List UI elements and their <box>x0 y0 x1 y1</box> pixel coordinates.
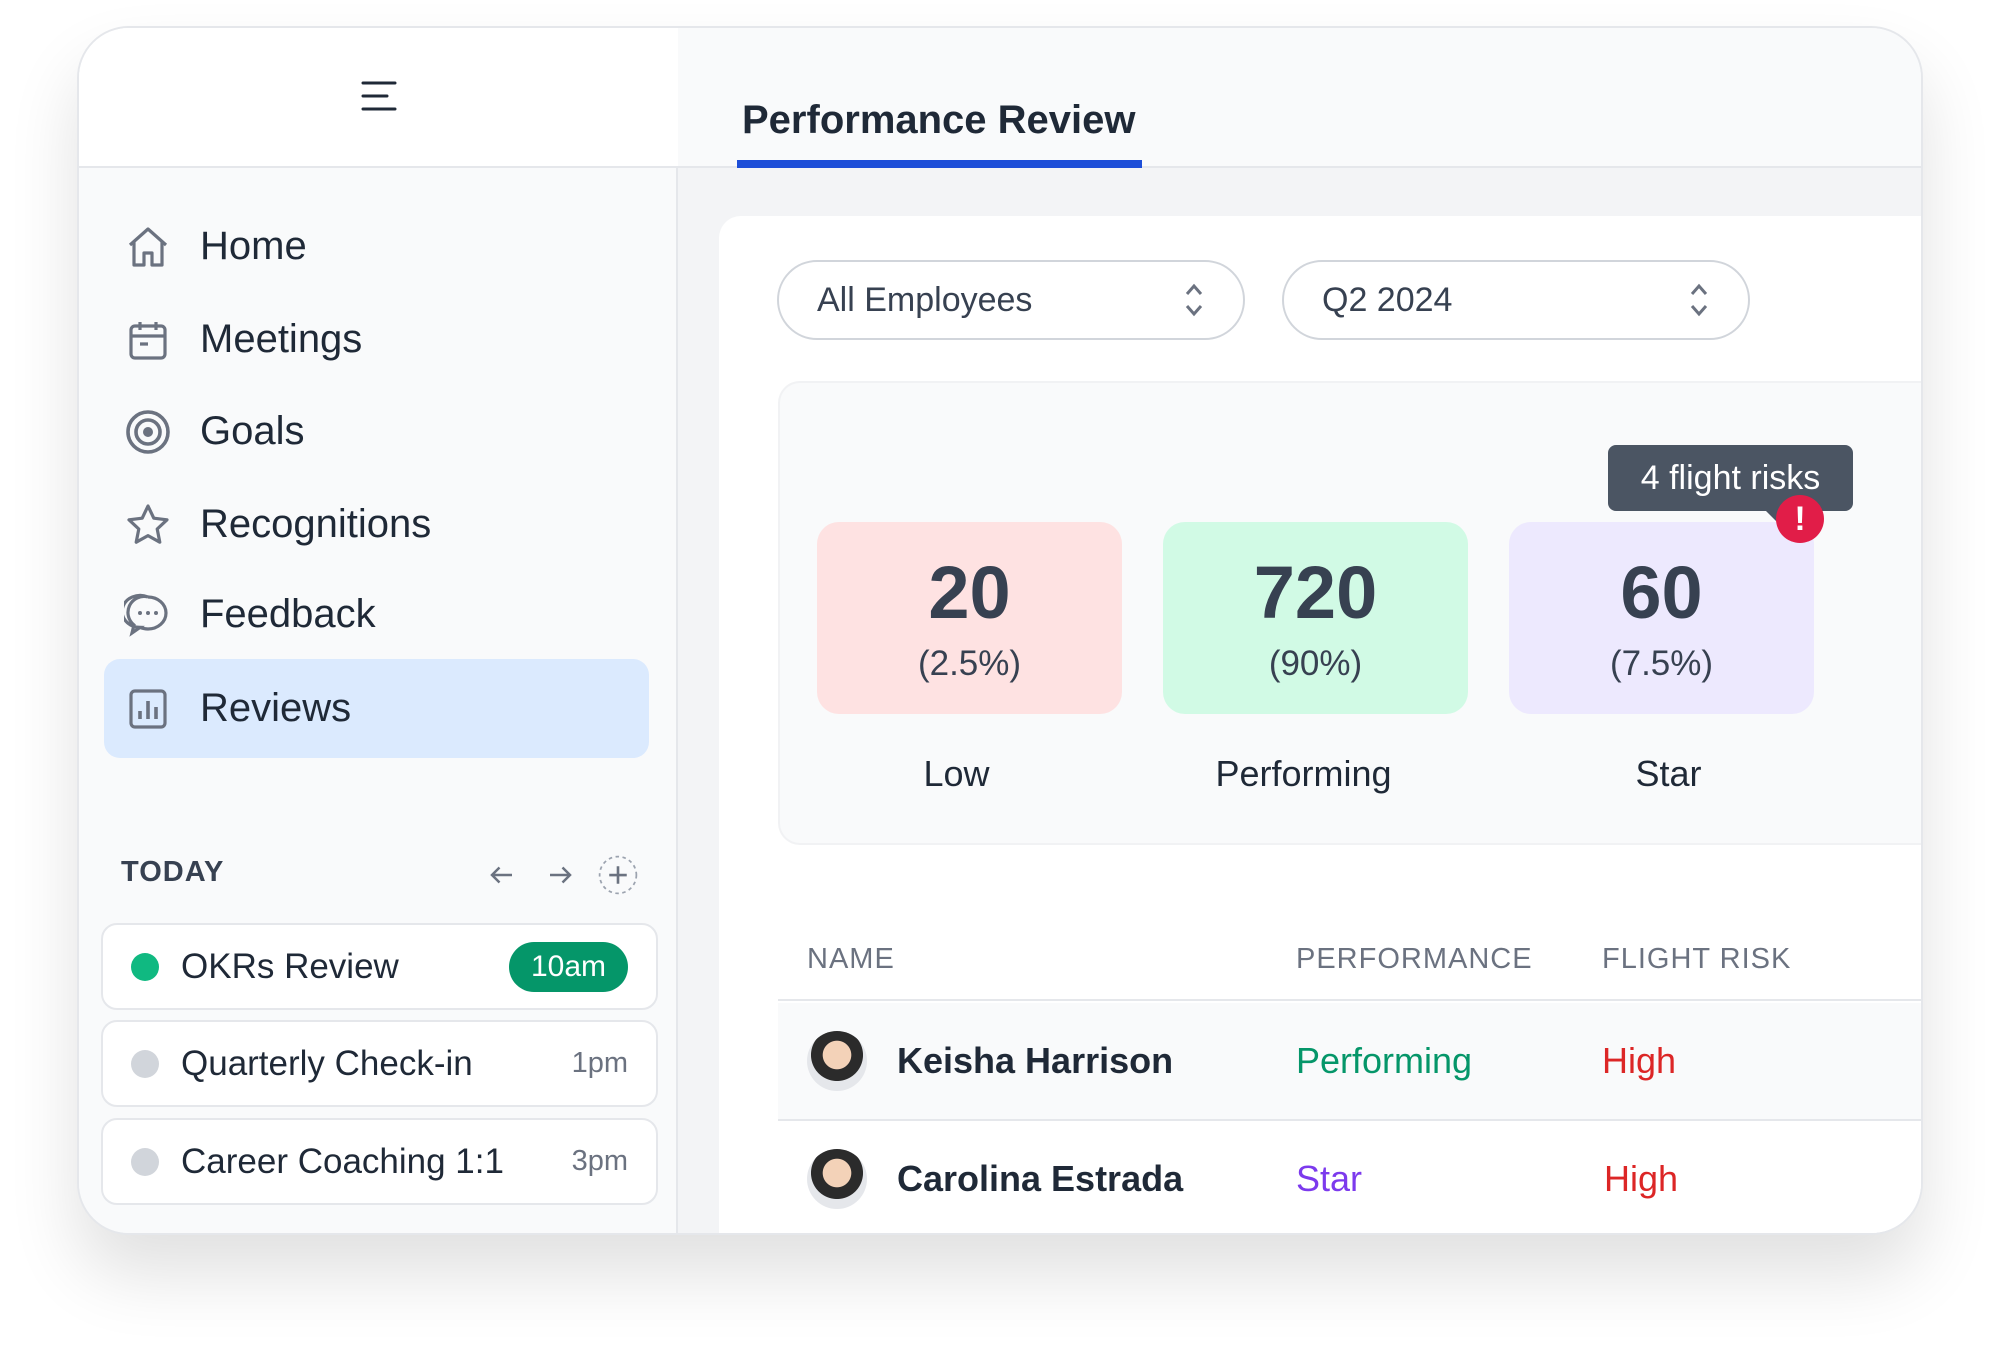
chevron-up-down-icon <box>1690 283 1708 317</box>
period-select[interactable]: Q2 2024 <box>1282 260 1750 340</box>
today-heading: TODAY <box>121 856 225 888</box>
event-time: 1pm <box>571 1047 628 1079</box>
sidebar-item-feedback[interactable]: Feedback <box>104 565 649 664</box>
add-event-icon[interactable] <box>597 854 639 896</box>
review-panel: All Employees Q2 2024 20 (2.5%) Low 720 … <box>719 216 1921 1233</box>
home-icon <box>128 226 168 267</box>
sidebar-item-label: Reviews <box>200 686 352 730</box>
sidebar-item-home[interactable]: Home <box>104 197 649 296</box>
performance-value: Performing <box>1296 1040 1473 1081</box>
column-header-name[interactable]: NAME <box>807 943 895 976</box>
hamburger-icon[interactable] <box>361 80 397 112</box>
table-row[interactable]: Carolina Estrada Star High <box>778 1121 1921 1233</box>
select-value: Q2 2024 <box>1322 280 1453 319</box>
sidebar: Home Meetings Goals Recognitions Feedbac… <box>79 28 678 1233</box>
stat-percent: (2.5%) <box>917 644 1022 683</box>
column-header-performance[interactable]: PERFORMANCE <box>1296 943 1533 976</box>
star-icon <box>127 503 169 544</box>
divider <box>778 999 1921 1001</box>
sidebar-item-meetings[interactable]: Meetings <box>104 290 649 389</box>
event-career-coaching[interactable]: Career Coaching 1:1 3pm <box>101 1118 658 1205</box>
status-dot <box>131 1147 159 1176</box>
sidebar-item-reviews[interactable]: Reviews <box>104 659 649 758</box>
chat-icon <box>124 593 168 637</box>
performance-value: Star <box>1296 1158 1363 1199</box>
event-quarterly-check-in[interactable]: Quarterly Check-in 1pm <box>101 1020 658 1107</box>
select-value: All Employees <box>817 280 1033 319</box>
sidebar-item-recognitions[interactable]: Recognitions <box>104 475 649 574</box>
sidebar-item-goals[interactable]: Goals <box>104 382 649 481</box>
stat-low[interactable]: 20 (2.5%) <box>817 522 1122 714</box>
stat-value: 720 <box>1253 551 1378 634</box>
stat-label: Low <box>923 753 990 794</box>
avatar <box>807 1149 867 1209</box>
calendar-icon <box>129 321 167 360</box>
stat-label: Performing <box>1215 753 1392 794</box>
sidebar-item-label: Recognitions <box>200 502 432 546</box>
performance-distribution: 20 (2.5%) Low 720 (90%) Performing 60 (7… <box>778 381 1921 845</box>
sidebar-item-label: Feedback <box>200 592 376 636</box>
sidebar-item-label: Home <box>200 224 307 268</box>
event-title: OKRs Review <box>181 946 399 986</box>
event-title: Career Coaching 1:1 <box>181 1141 504 1181</box>
sidebar-item-label: Meetings <box>200 317 363 361</box>
event-okrs-review[interactable]: OKRs Review 10am <box>101 923 658 1010</box>
flight-risk-value: High <box>1604 1158 1679 1199</box>
app-window: Home Meetings Goals Recognitions Feedbac… <box>77 26 1923 1235</box>
sidebar-header <box>79 28 678 168</box>
flight-risk-value: High <box>1602 1040 1677 1081</box>
stat-percent: (7.5%) <box>1609 644 1714 683</box>
status-dot <box>131 952 159 981</box>
stat-label: Star <box>1635 753 1702 794</box>
stat-value: 60 <box>1620 551 1703 634</box>
active-tab-indicator <box>737 160 1142 168</box>
employee-name: Keisha Harrison <box>897 1040 1174 1081</box>
chevron-up-down-icon <box>1185 283 1203 317</box>
stat-star[interactable]: 60 (7.5%) <box>1509 522 1814 714</box>
event-time-badge: 10am <box>508 941 628 992</box>
employees-select[interactable]: All Employees <box>777 260 1245 340</box>
bar-chart-icon <box>129 688 167 729</box>
status-dot <box>131 1049 159 1078</box>
event-title: Quarterly Check-in <box>181 1043 473 1083</box>
table-row[interactable]: Keisha Harrison Performing High <box>778 1003 1921 1119</box>
main-content: Performance Review All Employees Q2 2024… <box>678 28 1921 1233</box>
employee-name: Carolina Estrada <box>897 1158 1184 1199</box>
tab-performance-review[interactable]: Performance Review <box>742 98 1136 143</box>
alert-icon[interactable]: ! <box>1776 495 1824 543</box>
stat-value: 20 <box>928 551 1011 634</box>
column-header-flight-risk[interactable]: FLIGHT RISK <box>1602 943 1791 976</box>
stat-performing[interactable]: 720 (90%) <box>1163 522 1468 714</box>
arrow-left-icon[interactable] <box>487 860 517 890</box>
avatar <box>807 1031 867 1091</box>
stat-percent: (90%) <box>1268 644 1363 683</box>
arrow-right-icon[interactable] <box>545 860 575 890</box>
sidebar-item-label: Goals <box>200 409 305 453</box>
target-icon <box>126 409 170 454</box>
main-header: Performance Review <box>678 28 1921 168</box>
event-time: 3pm <box>571 1145 628 1177</box>
